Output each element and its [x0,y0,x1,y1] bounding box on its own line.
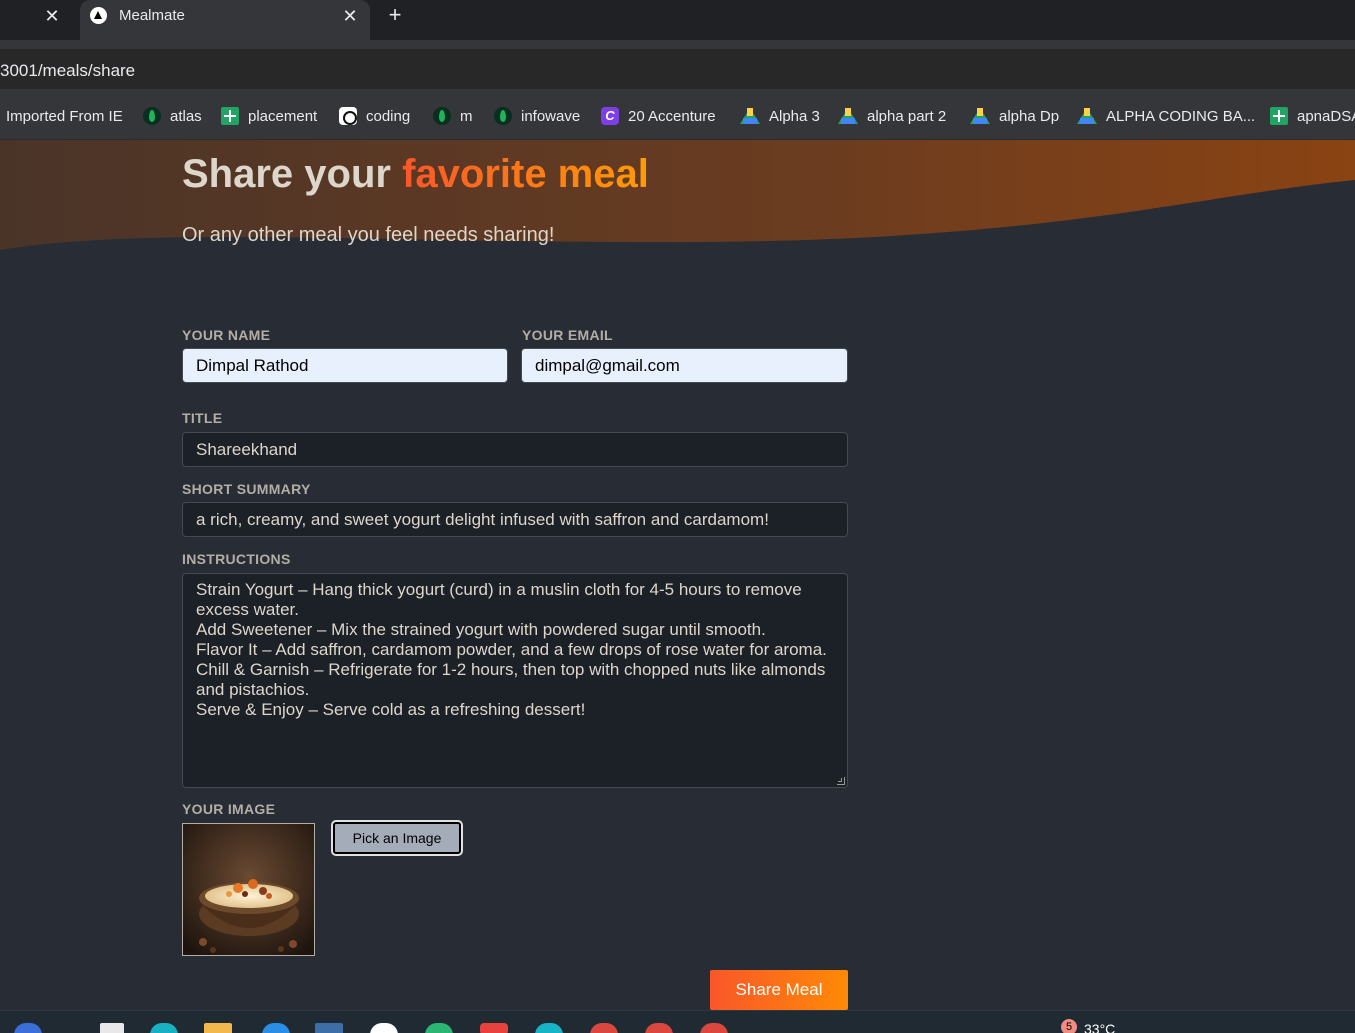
instructions-line: Chill & Garnish – Refrigerate for 1-2 ho… [196,660,826,679]
summary-label: SHORT SUMMARY [182,481,311,497]
instructions-line: excess water. [196,600,299,619]
bookmark-label: placement [248,107,318,125]
canva-icon: C [601,107,619,125]
chrome-icon[interactable] [645,1023,673,1033]
bookmark-label: 20 Accenture [628,107,716,125]
page-title-highlight: favorite meal [402,152,649,196]
browser-tab-bar: ✕ Mealmate ✕ + [0,0,1355,40]
edge-icon[interactable] [150,1023,178,1033]
app-icon[interactable] [535,1023,563,1033]
google-sheets-icon [1270,107,1288,125]
bookmark-label: Imported From IE [6,107,123,125]
bookmark-alpha-coding-ba[interactable]: ALPHA CODING BA... [1077,105,1255,127]
instructions-line: and pistachios. [196,680,310,699]
os-taskbar: 5 33°C [0,1010,1355,1033]
file-icon[interactable] [100,1023,124,1033]
bookmark-label: Alpha 3 [769,107,820,125]
bookmark-alpha-3[interactable]: Alpha 3 [740,105,820,127]
bookmark-label: apnaDSA [1297,107,1355,125]
vscode-icon[interactable] [262,1023,290,1033]
email-label: YOUR EMAIL [522,327,613,343]
instructions-label: INSTRUCTIONS [182,551,291,567]
name-label: YOUR NAME [182,327,271,343]
google-drive-icon [740,107,760,125]
bookmark-coding[interactable]: coding [339,105,410,127]
google-drive-icon [1077,107,1097,125]
pick-image-button[interactable]: Pick an Image [331,820,463,856]
instructions-line: Strain Yogurt – Hang thick yogurt (curd)… [196,580,802,599]
instructions-line: Flavor It – Add saffron, cardamom powder… [196,640,827,659]
tab-title: Mealmate [119,7,185,24]
start-icon[interactable] [14,1023,42,1033]
share-meal-page: Share your favorite meal Or any other me… [0,140,1355,1010]
bookmark-label: ALPHA CODING BA... [1106,107,1256,125]
page-title-prefix: Share your [182,152,403,196]
bookmark-atlas[interactable]: atlas [143,105,202,127]
app-icon[interactable] [315,1023,343,1033]
google-drive-icon [970,107,990,125]
share-meal-button[interactable]: Share Meal [710,970,848,1010]
bookmark-m[interactable]: m [433,105,473,127]
bookmark-20-accenture[interactable]: C 20 Accenture [601,105,716,127]
title-input[interactable]: Shareekhand [182,432,848,467]
name-input[interactable]: Dimpal Rathod [182,348,508,383]
instructions-line: Add Sweetener – Mix the strained yogurt … [196,620,766,639]
app-icon[interactable] [370,1023,398,1033]
bookmark-alpha-part-2[interactable]: alpha part 2 [838,105,946,127]
chatgpt-icon [339,107,357,125]
address-bar: 3001/meals/share [0,46,1355,92]
bookmark-apnadsa[interactable]: apnaDSA [1270,105,1355,127]
nextjs-favicon-icon [90,7,107,24]
mongodb-leaf-icon [143,107,161,125]
instructions-line: Serve & Enjoy – Serve cold as a refreshi… [196,700,586,719]
url-text: 3001/meals/share [0,61,136,80]
close-icon[interactable]: ✕ [40,4,64,28]
folder-icon[interactable] [204,1023,232,1033]
page-subtitle: Or any other meal you feel needs sharing… [182,224,555,246]
meal-image-preview [182,823,315,956]
url-field[interactable]: 3001/meals/share [0,49,1355,89]
bookmark-label: coding [366,107,411,125]
close-icon[interactable]: ✕ [338,4,362,28]
resize-handle-icon[interactable] [837,777,845,785]
bookmark-alpha-dp[interactable]: alpha Dp [970,105,1059,127]
tab-mealmate[interactable]: Mealmate ✕ [80,0,370,40]
bookmark-label: alpha part 2 [867,107,947,125]
bookmark-imported-from-ie[interactable]: Imported From IE [6,105,123,127]
new-tab-plus-icon[interactable]: + [383,2,407,28]
app-icon[interactable] [425,1023,453,1033]
chrome-icon[interactable] [590,1023,618,1033]
bookmark-label: alpha Dp [999,107,1060,125]
app-icon[interactable] [480,1023,508,1033]
bookmarks-bar: Imported From IE atlas placement coding … [0,92,1355,140]
mongodb-leaf-icon [433,107,451,125]
email-input[interactable]: dimpal@gmail.com [521,348,848,383]
bookmark-placement[interactable]: placement [221,105,317,127]
google-drive-icon [838,107,858,125]
notification-badge: 5 [1061,1019,1077,1033]
image-label: YOUR IMAGE [182,801,276,817]
bookmark-label: m [460,107,473,125]
instructions-textarea[interactable]: Strain Yogurt – Hang thick yogurt (curd)… [182,573,848,788]
shrikhand-bowl-image [183,824,314,955]
bookmark-label: atlas [170,107,202,125]
mongodb-leaf-icon [494,107,512,125]
page-title: Share your favorite meal [182,152,649,197]
chrome-icon[interactable] [700,1023,728,1033]
bookmark-label: infowave [521,107,581,125]
summary-input[interactable]: a rich, creamy, and sweet yogurt delight… [182,502,848,537]
bookmark-infowave[interactable]: infowave [494,105,580,127]
google-sheets-icon [221,107,239,125]
title-label: TITLE [182,410,223,426]
weather-temperature[interactable]: 33°C [1084,1021,1115,1033]
